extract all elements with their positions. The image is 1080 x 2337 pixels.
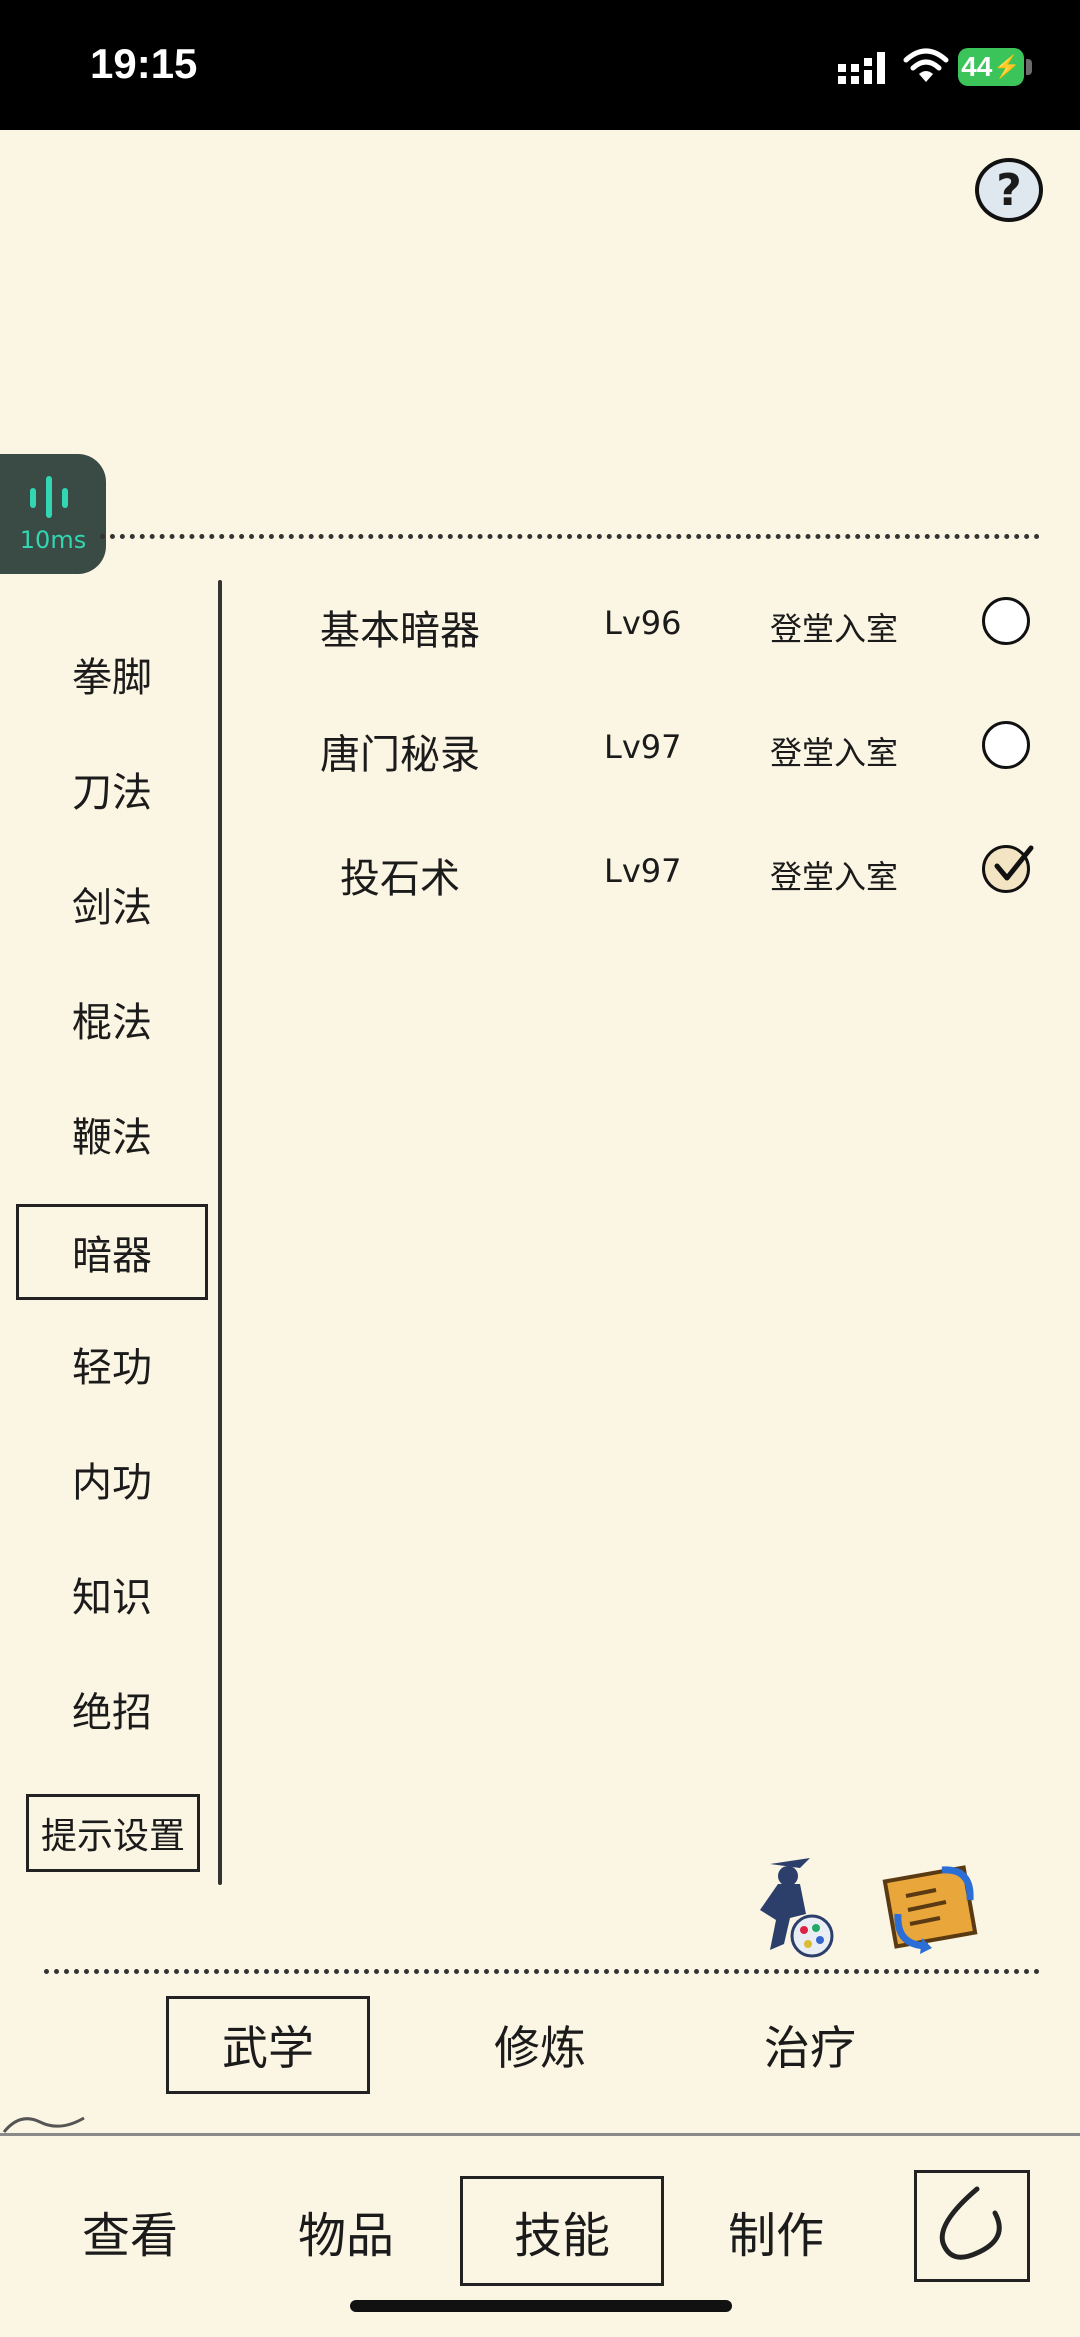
skill-rank: 登堂入室 (770, 858, 899, 896)
sidebar-item-juezhao[interactable]: 绝招 (24, 1669, 200, 1749)
latency-value: 10ms (19, 526, 87, 554)
battery-cap (1026, 59, 1032, 75)
divider-bottom (44, 1969, 1040, 1974)
tab-label: 治疗 (764, 2021, 856, 2075)
latency-badge[interactable]: 10ms (0, 454, 106, 574)
checkmark-icon (994, 845, 1034, 881)
sidebar-item-neigong[interactable]: 内功 (24, 1439, 200, 1519)
back-arrow-icon (939, 2186, 1002, 2260)
skill-row[interactable]: 基本暗器 Lv96 登堂入室 (240, 580, 1040, 660)
sidebar-item-jianfa[interactable]: 剑法 (24, 864, 200, 944)
skill-rank: 登堂入室 (770, 734, 899, 772)
nav-view[interactable]: 查看 (60, 2176, 200, 2286)
nav-label: 物品 (297, 2208, 394, 2264)
skill-name: 投石术 (340, 856, 460, 902)
sidebar-item-label: 拳脚 (72, 655, 152, 701)
divider-top (100, 534, 1040, 539)
sidebar-item-gunfa[interactable]: 棍法 (24, 979, 200, 1059)
tab-label: 武学 (222, 2021, 314, 2075)
sidebar-item-label: 鞭法 (72, 1115, 152, 1161)
nav-craft[interactable]: 制作 (706, 2176, 846, 2286)
audio-bars-icon (30, 476, 68, 518)
sidebar-item-label: 棍法 (72, 1000, 152, 1046)
battery-indicator: 44 ⚡ (958, 48, 1024, 86)
nav-label: 制作 (727, 2208, 824, 2264)
sidebar-item-qinggong[interactable]: 轻功 (24, 1324, 200, 1404)
nav-label: 查看 (81, 2208, 178, 2264)
sidebar-item-bianfa[interactable]: 鞭法 (24, 1094, 200, 1174)
sidebar-item-label: 知识 (72, 1575, 152, 1621)
ninja-skin-icon[interactable] (740, 1854, 840, 1960)
skill-name: 基本暗器 (320, 608, 480, 654)
tab-wuxue[interactable]: 武学 (166, 1996, 370, 2094)
scroll-refresh-icon[interactable] (876, 1856, 982, 1956)
nav-label: 技能 (513, 2208, 610, 2264)
skill-row[interactable]: 唐门秘录 Lv97 登堂入室 (240, 704, 1040, 784)
battery-level: 44 (961, 51, 993, 82)
status-bar: 19:15 44 ⚡ (0, 0, 1080, 130)
sidebar-item-label: 绝招 (72, 1690, 152, 1736)
hint-settings-label: 提示设置 (40, 1816, 185, 1857)
nav-separator (0, 2133, 1080, 2136)
skill-level: Lv97 (604, 852, 682, 890)
skill-select-radio[interactable] (982, 597, 1030, 645)
skill-name: 唐门秘录 (320, 732, 480, 778)
sidebar-item-label: 内功 (72, 1460, 152, 1506)
nav-items[interactable]: 物品 (276, 2176, 416, 2286)
hint-settings-button[interactable]: 提示设置 (26, 1794, 200, 1872)
wifi-icon (903, 48, 949, 82)
home-indicator[interactable] (350, 2300, 732, 2312)
sidebar-item-label: 暗器 (72, 1233, 152, 1279)
skill-rank: 登堂入室 (770, 610, 899, 648)
nav-skills[interactable]: 技能 (460, 2176, 664, 2286)
sidebar-item-anqi[interactable]: 暗器 (16, 1204, 208, 1300)
skill-level: Lv97 (604, 728, 682, 766)
sidebar-item-quanjiao[interactable]: 拳脚 (24, 634, 200, 714)
back-button[interactable] (914, 2170, 1030, 2282)
tab-label: 修炼 (494, 2021, 586, 2075)
status-time: 19:15 (90, 40, 198, 87)
sidebar-divider (218, 580, 222, 1885)
help-button[interactable]: ? (975, 158, 1043, 222)
sidebar-item-zhishi[interactable]: 知识 (24, 1554, 200, 1634)
skill-level: Lv96 (604, 604, 682, 642)
sidebar-item-label: 剑法 (72, 885, 152, 931)
charging-icon: ⚡ (993, 54, 1021, 79)
skill-row[interactable]: 投石术 Lv97 登堂入室 (240, 828, 1040, 908)
sidebar-item-label: 轻功 (72, 1345, 152, 1391)
skill-select-radio-checked[interactable] (982, 845, 1034, 893)
sidebar-item-daofa[interactable]: 刀法 (24, 749, 200, 829)
help-label: ? (996, 164, 1022, 216)
signal-icon (838, 52, 885, 84)
tab-xiulian[interactable]: 修炼 (440, 1996, 640, 2094)
sidebar-item-label: 刀法 (72, 770, 152, 816)
skill-select-radio[interactable] (982, 721, 1030, 769)
tab-zhiliao[interactable]: 治疗 (710, 1996, 910, 2094)
